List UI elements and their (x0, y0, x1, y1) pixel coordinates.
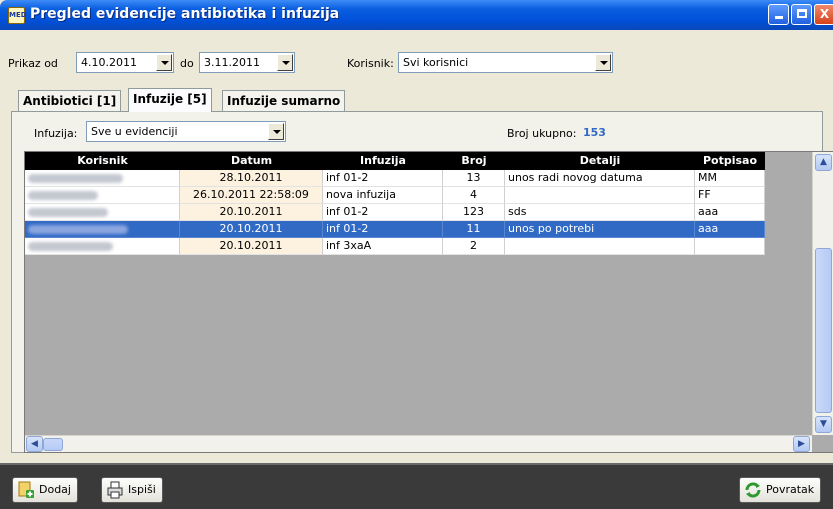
horizontal-scroll-thumb[interactable] (43, 438, 63, 451)
cell-infuzija: inf 01-2 (323, 204, 443, 221)
cell-infuzija: inf 01-2 (323, 221, 443, 238)
cell-korisnik (25, 204, 180, 221)
maximize-button[interactable] (791, 4, 812, 25)
grid-header: Korisnik Datum Infuzija Broj Detalji Pot… (25, 152, 765, 170)
cell-detalji (505, 187, 695, 204)
cell-potpisao (695, 238, 765, 255)
povratak-label: Povratak (766, 483, 815, 496)
main-window: MED Pregled evidencije antibiotika i inf… (0, 0, 833, 509)
minimize-icon (774, 16, 783, 19)
vertical-scrollbar[interactable]: ▲ ▼ (812, 152, 833, 435)
cell-potpisao: FF (695, 187, 765, 204)
cell-potpisao: aaa (695, 204, 765, 221)
scroll-left-icon[interactable]: ◀ (26, 436, 43, 452)
redacted-name (28, 208, 108, 217)
cell-detalji: sds (505, 204, 695, 221)
scroll-up-icon[interactable]: ▲ (815, 154, 832, 171)
cell-detalji (505, 238, 695, 255)
povratak-button[interactable]: Povratak (739, 477, 822, 503)
do-label: do (180, 57, 194, 70)
tab-infuzije-sumarno[interactable]: Infuzije sumarno (222, 90, 346, 111)
cell-broj: 11 (443, 221, 505, 238)
tab-antibiotici[interactable]: Antibiotici [1] (18, 90, 122, 111)
infuzije-grid[interactable]: Korisnik Datum Infuzija Broj Detalji Pot… (24, 151, 833, 453)
date-to-value: 3.11.2011 (204, 56, 260, 69)
redacted-name (28, 225, 128, 234)
title-bar[interactable]: MED Pregled evidencije antibiotika i inf… (0, 0, 833, 30)
redacted-name (28, 191, 98, 200)
cell-korisnik (25, 238, 180, 255)
korisnik-dropdown-icon[interactable] (595, 54, 611, 71)
redacted-name (28, 242, 113, 251)
cell-datum: 20.10.2011 (180, 204, 323, 221)
cell-infuzija: inf 3xaA (323, 238, 443, 255)
vertical-scroll-thumb[interactable] (815, 248, 832, 413)
cell-detalji: unos radi novog datuma (505, 170, 695, 187)
dodaj-button[interactable]: Dodaj (12, 477, 78, 503)
korisnik-value: Svi korisnici (403, 56, 469, 69)
ispisi-button[interactable]: Ispiši (101, 477, 163, 503)
cell-broj: 4 (443, 187, 505, 204)
column-header-detalji[interactable]: Detalji (505, 154, 695, 167)
maximize-icon (796, 9, 807, 18)
date-to-picker[interactable]: 3.11.2011 (199, 52, 295, 73)
cell-broj: 13 (443, 170, 505, 187)
window-title: Pregled evidencije antibiotika i infuzij… (30, 6, 340, 22)
cell-korisnik (25, 187, 180, 204)
tab-infuzije[interactable]: Infuzije [5] (128, 88, 212, 112)
date-to-dropdown-icon[interactable] (277, 54, 293, 71)
add-document-icon (17, 481, 35, 499)
table-row[interactable]: 26.10.2011 22:58:09 nova infuzija 4 FF (25, 187, 765, 204)
column-header-potpisao[interactable]: Potpisao (695, 154, 765, 167)
ispisi-label: Ispiši (128, 483, 156, 496)
infuzija-label: Infuzija: (34, 127, 78, 140)
infuzija-select[interactable]: Sve u evidenciji (86, 121, 286, 142)
cell-datum: 26.10.2011 22:58:09 (180, 187, 323, 204)
column-header-korisnik[interactable]: Korisnik (25, 154, 180, 167)
cell-datum: 28.10.2011 (180, 170, 323, 187)
printer-icon (106, 481, 124, 499)
cell-korisnik (25, 170, 180, 187)
redacted-name (28, 174, 123, 183)
refresh-arrows-icon (744, 481, 762, 499)
column-header-infuzija[interactable]: Infuzija (323, 154, 443, 167)
scroll-right-icon[interactable]: ▶ (793, 436, 810, 452)
cell-broj: 2 (443, 238, 505, 255)
bottom-toolbar: Dodaj Ispiši Povratak (0, 463, 833, 509)
date-from-value: 4.10.2011 (81, 56, 137, 69)
cell-broj: 123 (443, 204, 505, 221)
close-button[interactable]: X (814, 4, 833, 25)
dodaj-label: Dodaj (39, 483, 71, 496)
cell-infuzija: nova infuzija (323, 187, 443, 204)
date-from-dropdown-icon[interactable] (156, 54, 172, 71)
table-row[interactable]: 20.10.2011 inf 3xaA 2 (25, 238, 765, 255)
table-row-selected[interactable]: 20.10.2011 inf 01-2 11 unos po potrebi a… (25, 221, 765, 238)
prikaz-od-label: Prikaz od (8, 57, 58, 70)
cell-datum: 20.10.2011 (180, 221, 323, 238)
table-row[interactable]: 20.10.2011 inf 01-2 123 sds aaa (25, 204, 765, 221)
horizontal-scrollbar[interactable]: ◀ ▶ (25, 435, 812, 452)
cell-infuzija: inf 01-2 (323, 170, 443, 187)
column-header-broj[interactable]: Broj (443, 154, 505, 167)
app-icon: MED (8, 7, 27, 24)
scroll-down-icon[interactable]: ▼ (815, 416, 832, 433)
cell-potpisao: MM (695, 170, 765, 187)
broj-ukupno-value: 153 (583, 126, 606, 139)
infuzija-value: Sve u evidenciji (91, 125, 178, 138)
cell-detalji: unos po potrebi (505, 221, 695, 238)
table-row[interactable]: 28.10.2011 inf 01-2 13 unos radi novog d… (25, 170, 765, 187)
broj-ukupno-label: Broj ukupno: (507, 127, 577, 140)
cell-korisnik (25, 221, 180, 238)
korisnik-select[interactable]: Svi korisnici (398, 52, 613, 73)
column-header-datum[interactable]: Datum (180, 154, 323, 167)
cell-potpisao: aaa (695, 221, 765, 238)
minimize-button[interactable] (768, 4, 789, 25)
date-from-picker[interactable]: 4.10.2011 (76, 52, 174, 73)
cell-datum: 20.10.2011 (180, 238, 323, 255)
korisnik-label: Korisnik: (347, 57, 394, 70)
infuzija-dropdown-icon[interactable] (268, 123, 284, 140)
